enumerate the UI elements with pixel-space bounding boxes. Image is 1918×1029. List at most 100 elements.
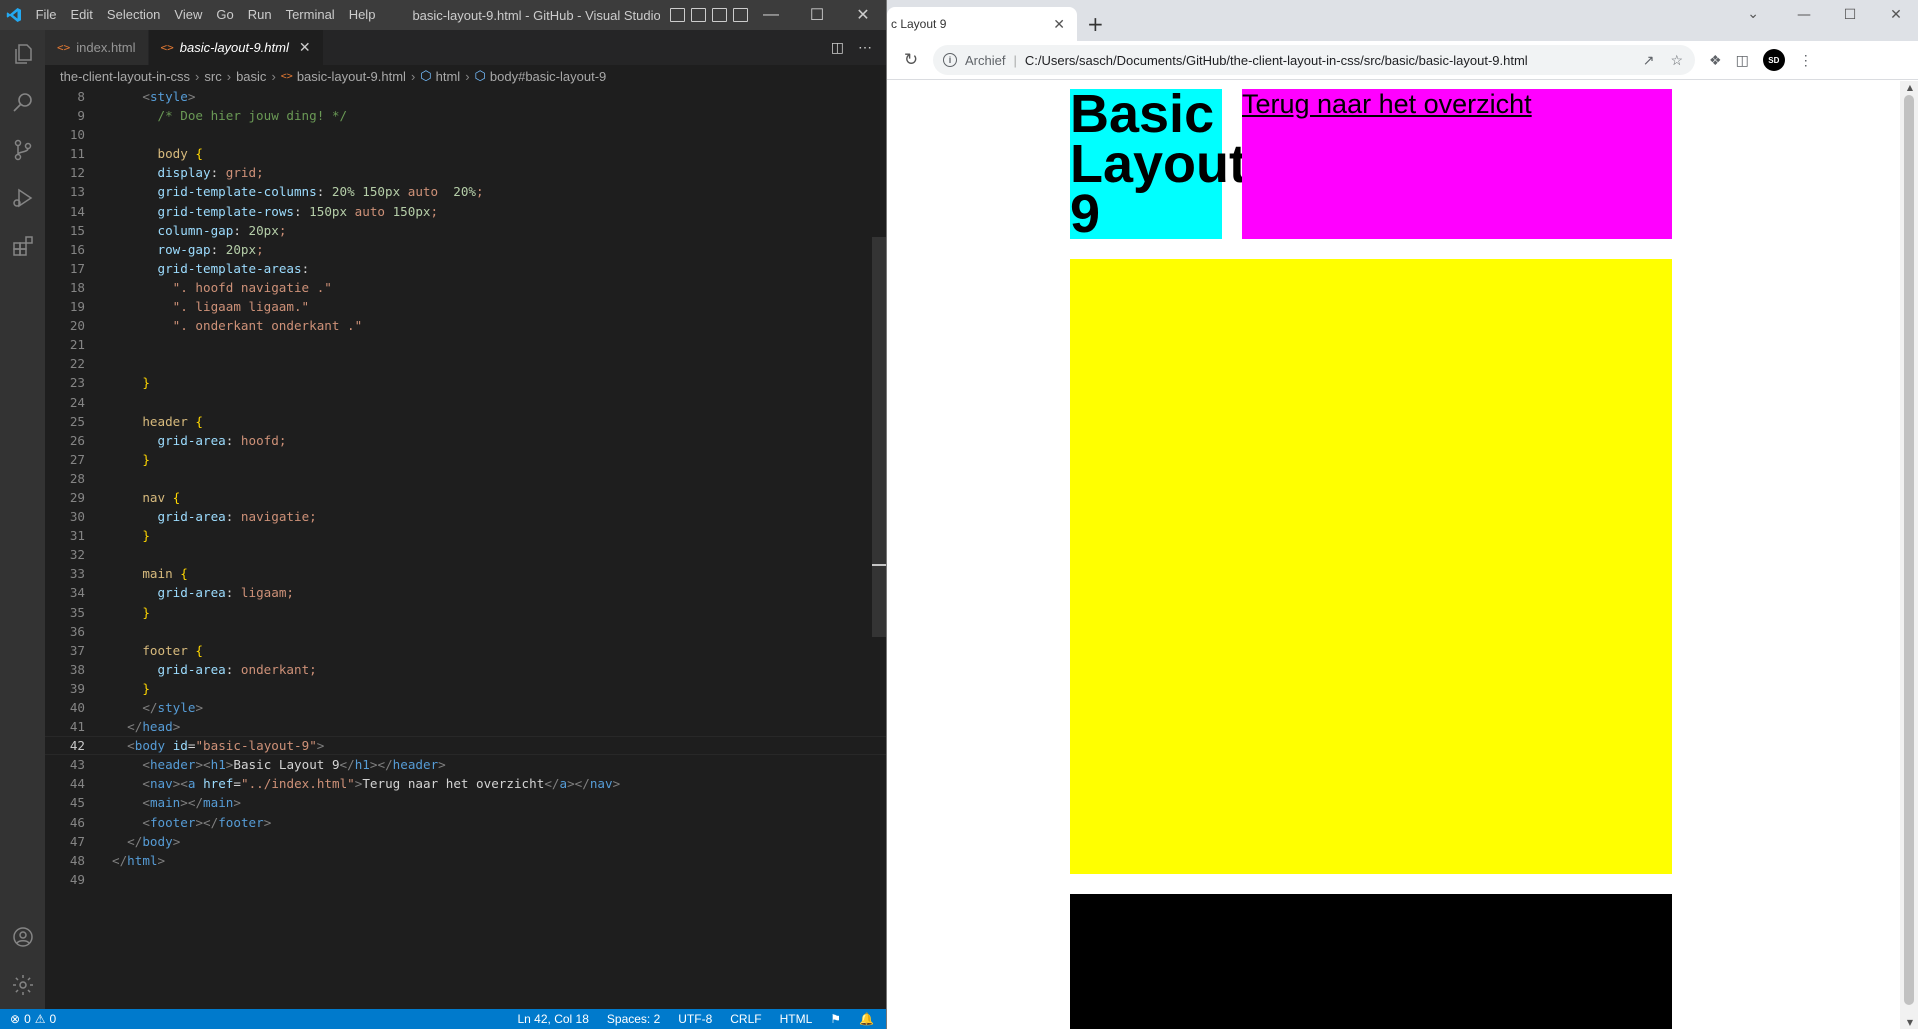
code-line[interactable]: 21 [45, 335, 886, 354]
code-line[interactable]: 47 </body> [45, 832, 886, 851]
new-tab-icon[interactable]: + [1087, 12, 1104, 36]
indentation[interactable]: Spaces: 2 [607, 1012, 660, 1026]
toggle-secondary-sidebar-icon[interactable] [712, 8, 727, 22]
code-line[interactable]: 46 <footer></footer> [45, 813, 886, 832]
code-line[interactable]: 36 [45, 622, 886, 641]
code-line[interactable]: 49 [45, 870, 886, 889]
code-line[interactable]: 44 <nav><a href="../index.html">Terug na… [45, 774, 886, 793]
side-panel-icon[interactable]: ◫ [1736, 52, 1749, 69]
code-line[interactable]: 34 grid-area: ligaam; [45, 583, 886, 602]
code-line[interactable]: 15 column-gap: 20px; [45, 221, 886, 240]
language-mode[interactable]: HTML [780, 1012, 813, 1026]
code-line[interactable]: 26 grid-area: hoofd; [45, 431, 886, 450]
code-line[interactable]: 31 } [45, 526, 886, 545]
menu-run[interactable]: Run [241, 0, 279, 30]
breadcrumb-item[interactable]: src [204, 69, 221, 84]
code-line[interactable]: 40 </style> [45, 698, 886, 717]
breadcrumb-item[interactable]: the-client-layout-in-css [60, 69, 190, 84]
share-icon[interactable]: ↗ [1643, 52, 1655, 69]
code-line[interactable]: 39 } [45, 679, 886, 698]
accounts-icon[interactable] [0, 913, 45, 961]
tab-index-html[interactable]: <> index.html [45, 30, 149, 65]
menu-go[interactable]: Go [209, 0, 240, 30]
code-editor[interactable]: 8 <style> 9 /* Doe hier jouw ding! */10 11… [45, 87, 886, 1009]
code-line[interactable]: 45 <main></main> [45, 793, 886, 812]
minimize-icon[interactable]: — [748, 0, 794, 30]
close-icon[interactable]: ✕ [840, 0, 886, 30]
close-tab-icon[interactable]: ✕ [299, 39, 311, 56]
browser-tab[interactable]: c Layout 9 ✕ [887, 7, 1077, 41]
code-line[interactable]: 28 [45, 469, 886, 488]
site-info-icon[interactable]: i [943, 53, 957, 67]
code-line[interactable]: 32 [45, 545, 886, 564]
code-line[interactable]: 19 ". ligaam ligaam." [45, 297, 886, 316]
code-line[interactable]: 22 [45, 354, 886, 373]
editor-scrollbar[interactable] [872, 237, 886, 637]
code-line[interactable]: 24 [45, 393, 886, 412]
code-line[interactable]: 9 /* Doe hier jouw ding! */ [45, 106, 886, 125]
code-line[interactable]: 43 <header><h1>Basic Layout 9</h1></head… [45, 755, 886, 774]
menu-edit[interactable]: Edit [64, 0, 100, 30]
menu-view[interactable]: View [167, 0, 209, 30]
code-line[interactable]: 14 grid-template-rows: 150px auto 150px; [45, 202, 886, 221]
code-line[interactable]: 16 row-gap: 20px; [45, 240, 886, 259]
source-control-icon[interactable] [0, 126, 45, 174]
code-line[interactable]: 48 </html> [45, 851, 886, 870]
code-line[interactable]: 35 } [45, 603, 886, 622]
menu-selection[interactable]: Selection [100, 0, 167, 30]
breadcrumb-item[interactable]: basic [236, 69, 266, 84]
split-editor-icon[interactable]: ◫ [831, 39, 844, 56]
code-line[interactable]: 30 grid-area: navigatie; [45, 507, 886, 526]
close-icon[interactable]: ✕ [1873, 0, 1918, 30]
search-icon[interactable] [0, 78, 45, 126]
minimize-icon[interactable]: — [1781, 0, 1827, 30]
feedback-icon[interactable]: ⚑ [830, 1012, 841, 1026]
code-line[interactable]: 20 ". onderkant onderkant ." [45, 316, 886, 335]
scroll-thumb[interactable] [1904, 95, 1914, 1005]
bookmark-star-icon[interactable]: ☆ [1670, 52, 1683, 69]
menu-kebab-icon[interactable]: ⋮ [1799, 52, 1813, 69]
code-line[interactable]: 29 nav { [45, 488, 886, 507]
customize-layout-icon[interactable] [733, 8, 748, 22]
avatar[interactable]: SD [1762, 49, 1785, 71]
code-line[interactable]: 33 main { [45, 564, 886, 583]
code-line[interactable]: 41 </head> [45, 717, 886, 736]
code-line[interactable]: 11 body { [45, 144, 886, 163]
scroll-up-arrow-icon[interactable]: ▲ [1907, 83, 1913, 92]
browser-scrollbar[interactable]: ▲ ▼ [1900, 81, 1918, 1029]
code-line[interactable]: 38 grid-area: onderkant; [45, 660, 886, 679]
menu-terminal[interactable]: Terminal [279, 0, 342, 30]
toggle-primary-sidebar-icon[interactable] [670, 8, 685, 22]
explorer-icon[interactable] [0, 30, 45, 78]
tab-search-chevron-icon[interactable]: ⌄ [1747, 6, 1759, 22]
url-text[interactable]: C:/Users/sasch/Documents/GitHub/the-clie… [1025, 53, 1528, 68]
code-line[interactable]: 37 footer { [45, 641, 886, 660]
code-line[interactable]: 42 <body id="basic-layout-9"> [45, 736, 886, 755]
code-line[interactable]: 25 header { [45, 412, 886, 431]
close-tab-icon[interactable]: ✕ [1053, 16, 1065, 33]
code-line[interactable]: 27 } [45, 450, 886, 469]
encoding[interactable]: UTF-8 [678, 1012, 712, 1026]
problems-indicator[interactable]: ⊗ 0 ⚠ 0 [0, 1012, 56, 1026]
code-line[interactable]: 8 <style> [45, 87, 886, 106]
more-actions-icon[interactable]: ⋯ [858, 39, 872, 56]
menu-file[interactable]: File [29, 0, 64, 30]
tab-basic-layout-9-html[interactable]: <> basic-layout-9.html ✕ [148, 30, 324, 65]
cursor-position[interactable]: Ln 42, Col 18 [518, 1012, 589, 1026]
code-line[interactable]: 23 } [45, 373, 886, 392]
extensions-icon[interactable] [0, 222, 45, 270]
extensions-puzzle-icon[interactable]: ❖ [1709, 52, 1722, 69]
end-of-line[interactable]: CRLF [730, 1012, 761, 1026]
code-line[interactable]: 13 grid-template-columns: 20% 150px auto… [45, 182, 886, 201]
reload-icon[interactable]: ↻ [893, 50, 929, 70]
notifications-bell-icon[interactable]: 🔔 [859, 1012, 874, 1026]
address-bar[interactable]: i Archief | C:/Users/sasch/Documents/Git… [933, 45, 1695, 75]
toggle-panel-icon[interactable] [691, 8, 706, 22]
code-line[interactable]: 10 [45, 125, 886, 144]
code-line[interactable]: 18 ". hoofd navigatie ." [45, 278, 886, 297]
maximize-icon[interactable]: ☐ [1827, 0, 1873, 30]
settings-gear-icon[interactable] [0, 961, 45, 1009]
code-line[interactable]: 17 grid-template-areas: [45, 259, 886, 278]
run-debug-icon[interactable] [0, 174, 45, 222]
breadcrumb-item[interactable]: body#basic-layout-9 [490, 69, 606, 84]
